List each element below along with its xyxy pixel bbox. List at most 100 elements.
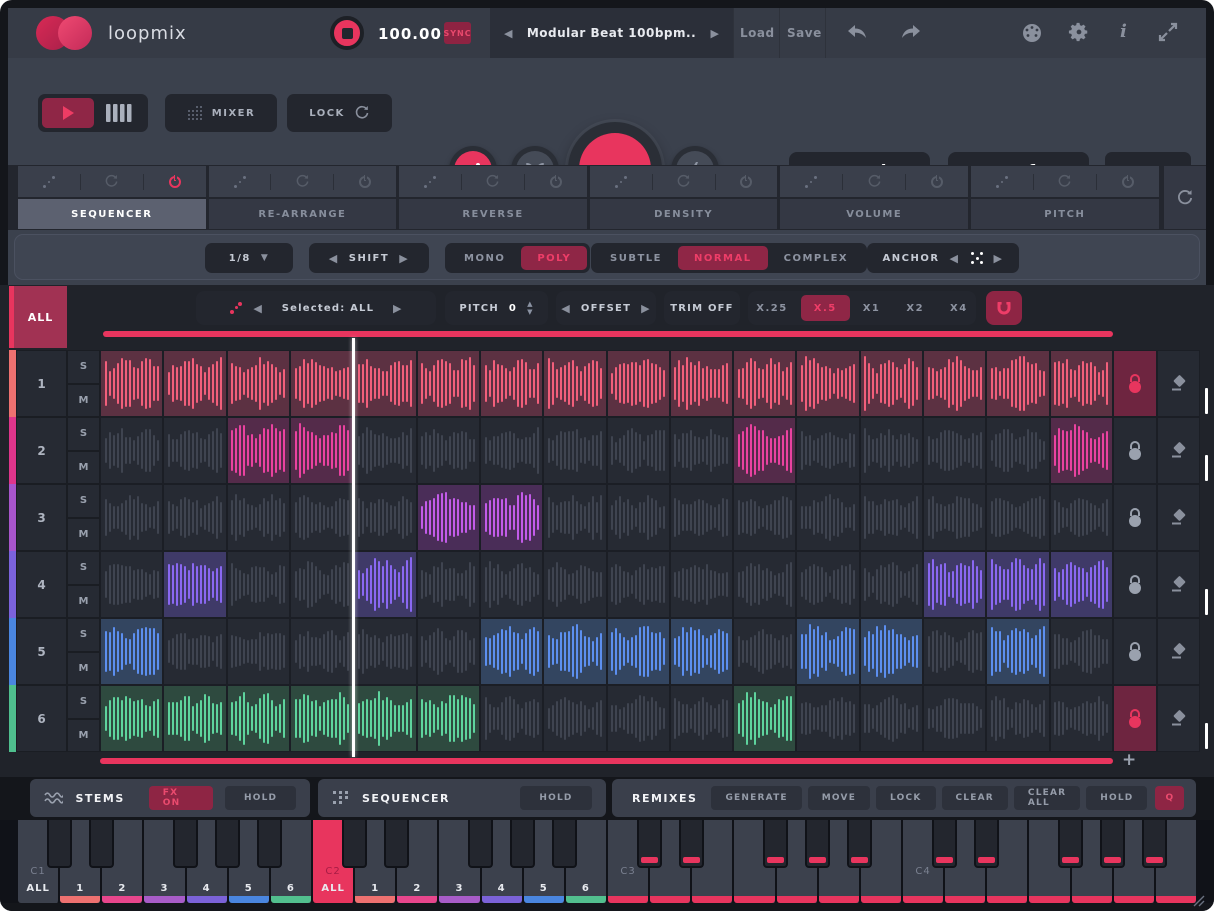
key-black[interactable] — [763, 820, 788, 868]
grid-cell[interactable] — [417, 685, 480, 752]
lock-cell[interactable] — [1113, 685, 1157, 752]
grid-cell[interactable] — [163, 618, 226, 685]
speed-x.25[interactable]: X.25 — [743, 295, 800, 321]
key-black[interactable] — [384, 820, 409, 868]
dice-small-icon[interactable] — [229, 301, 243, 315]
track-number-3[interactable]: 3 — [16, 484, 67, 551]
top-progress-bar[interactable] — [103, 331, 1113, 337]
tab-refresh-icon[interactable] — [271, 166, 333, 197]
grid-cell[interactable] — [100, 350, 163, 417]
complexity-complex[interactable]: COMPLEX — [768, 246, 865, 270]
grid-cell[interactable] — [670, 551, 733, 618]
grid-cell[interactable] — [543, 350, 606, 417]
track-number-1[interactable]: 1 — [16, 350, 67, 417]
grid-cell[interactable] — [353, 484, 416, 551]
grid-cell[interactable] — [796, 551, 859, 618]
grid-cell[interactable] — [607, 551, 670, 618]
midi-icon[interactable] — [1021, 22, 1043, 44]
grid-cell[interactable] — [796, 685, 859, 752]
grid-cell[interactable] — [986, 417, 1049, 484]
lock-cell[interactable] — [1113, 618, 1157, 685]
grid-cell[interactable] — [670, 685, 733, 752]
grid-cell[interactable] — [163, 685, 226, 752]
shift-left-icon[interactable]: ◀ — [329, 252, 339, 265]
key-black[interactable] — [257, 820, 282, 868]
erase-cell[interactable] — [1157, 350, 1200, 417]
grid-cell[interactable] — [986, 484, 1049, 551]
grid-cell[interactable] — [796, 350, 859, 417]
mute-button[interactable]: M — [67, 451, 100, 485]
grid-cell[interactable] — [543, 417, 606, 484]
redo-icon[interactable] — [900, 24, 922, 40]
mute-button[interactable]: M — [67, 652, 100, 686]
tab-dice-icon[interactable] — [209, 166, 271, 197]
grid-cell[interactable] — [607, 685, 670, 752]
selection-next-icon[interactable]: ▶ — [393, 302, 403, 315]
track-scroll-indicator[interactable] — [1205, 388, 1208, 414]
grid-cell[interactable] — [1050, 484, 1113, 551]
tab-power-icon[interactable] — [144, 166, 206, 197]
erase-cell[interactable] — [1157, 417, 1200, 484]
piano-view-button[interactable] — [94, 98, 144, 128]
voice-mode-mono[interactable]: MONO — [448, 246, 521, 270]
solo-button[interactable]: S — [67, 484, 100, 518]
grid-cell[interactable] — [290, 417, 353, 484]
tab-power-icon[interactable] — [525, 166, 587, 197]
tab-pitch[interactable]: PITCH — [971, 199, 1159, 229]
stop-button[interactable] — [330, 16, 364, 50]
grid-cell[interactable] — [796, 484, 859, 551]
tab-reverse[interactable]: REVERSE — [399, 199, 587, 229]
all-tracks-button[interactable]: ALL — [14, 286, 67, 348]
grid-cell[interactable] — [986, 618, 1049, 685]
remix-lock-button[interactable]: LOCK — [876, 786, 935, 810]
undo-icon[interactable] — [846, 24, 868, 40]
grid-cell[interactable] — [923, 484, 986, 551]
grid-cell[interactable] — [417, 484, 480, 551]
tab-sequencer[interactable]: SEQUENCER — [18, 199, 206, 229]
anchor-left-icon[interactable]: ◀ — [950, 252, 960, 265]
track-number-4[interactable]: 4 — [16, 551, 67, 618]
bpm-display[interactable]: 100.00 — [378, 25, 442, 43]
pitch-stepper-icon[interactable]: ▲▼ — [527, 301, 534, 316]
grid-cell[interactable] — [353, 551, 416, 618]
grid-cell[interactable] — [480, 417, 543, 484]
solo-button[interactable]: S — [67, 618, 100, 652]
grid-cell[interactable] — [227, 484, 290, 551]
grid-cell[interactable] — [733, 417, 796, 484]
track-number-6[interactable]: 6 — [16, 685, 67, 752]
grid-cell[interactable] — [480, 618, 543, 685]
grid-cell[interactable] — [1050, 350, 1113, 417]
resize-icon[interactable] — [1158, 22, 1178, 42]
grid-cell[interactable] — [860, 551, 923, 618]
offset-right-icon[interactable]: ▶ — [641, 302, 651, 315]
track-scroll-indicator[interactable] — [1205, 455, 1208, 481]
grid-cell[interactable] — [543, 551, 606, 618]
add-button[interactable]: + — [1122, 750, 1136, 770]
track-number-2[interactable]: 2 — [16, 417, 67, 484]
grid-cell[interactable] — [923, 685, 986, 752]
grid-cell[interactable] — [607, 350, 670, 417]
save-button[interactable]: Save — [787, 26, 822, 40]
key-black[interactable] — [89, 820, 114, 868]
grid-cell[interactable] — [986, 685, 1049, 752]
key-black[interactable] — [1142, 820, 1167, 868]
grid-cell[interactable] — [607, 618, 670, 685]
tab-dice-icon[interactable] — [399, 166, 461, 197]
grid-cell[interactable] — [290, 685, 353, 752]
key-black[interactable] — [552, 820, 577, 868]
tab-refresh-icon[interactable] — [462, 166, 524, 197]
grid-cell[interactable] — [163, 484, 226, 551]
selection-prev-icon[interactable]: ◀ — [253, 302, 263, 315]
grid-cell[interactable] — [860, 350, 923, 417]
key-black[interactable] — [47, 820, 72, 868]
grid-cell[interactable] — [290, 618, 353, 685]
complexity-normal[interactable]: NORMAL — [678, 246, 768, 270]
key-black[interactable] — [932, 820, 957, 868]
complexity-subtle[interactable]: SUBTLE — [594, 246, 678, 270]
grid-cell[interactable] — [796, 417, 859, 484]
anchor-right-icon[interactable]: ▶ — [994, 252, 1004, 265]
grid-cell[interactable] — [100, 484, 163, 551]
sequencer-hold-button[interactable]: HOLD — [520, 786, 592, 810]
grid-cell[interactable] — [670, 618, 733, 685]
resize-handle-icon[interactable] — [1193, 895, 1205, 907]
